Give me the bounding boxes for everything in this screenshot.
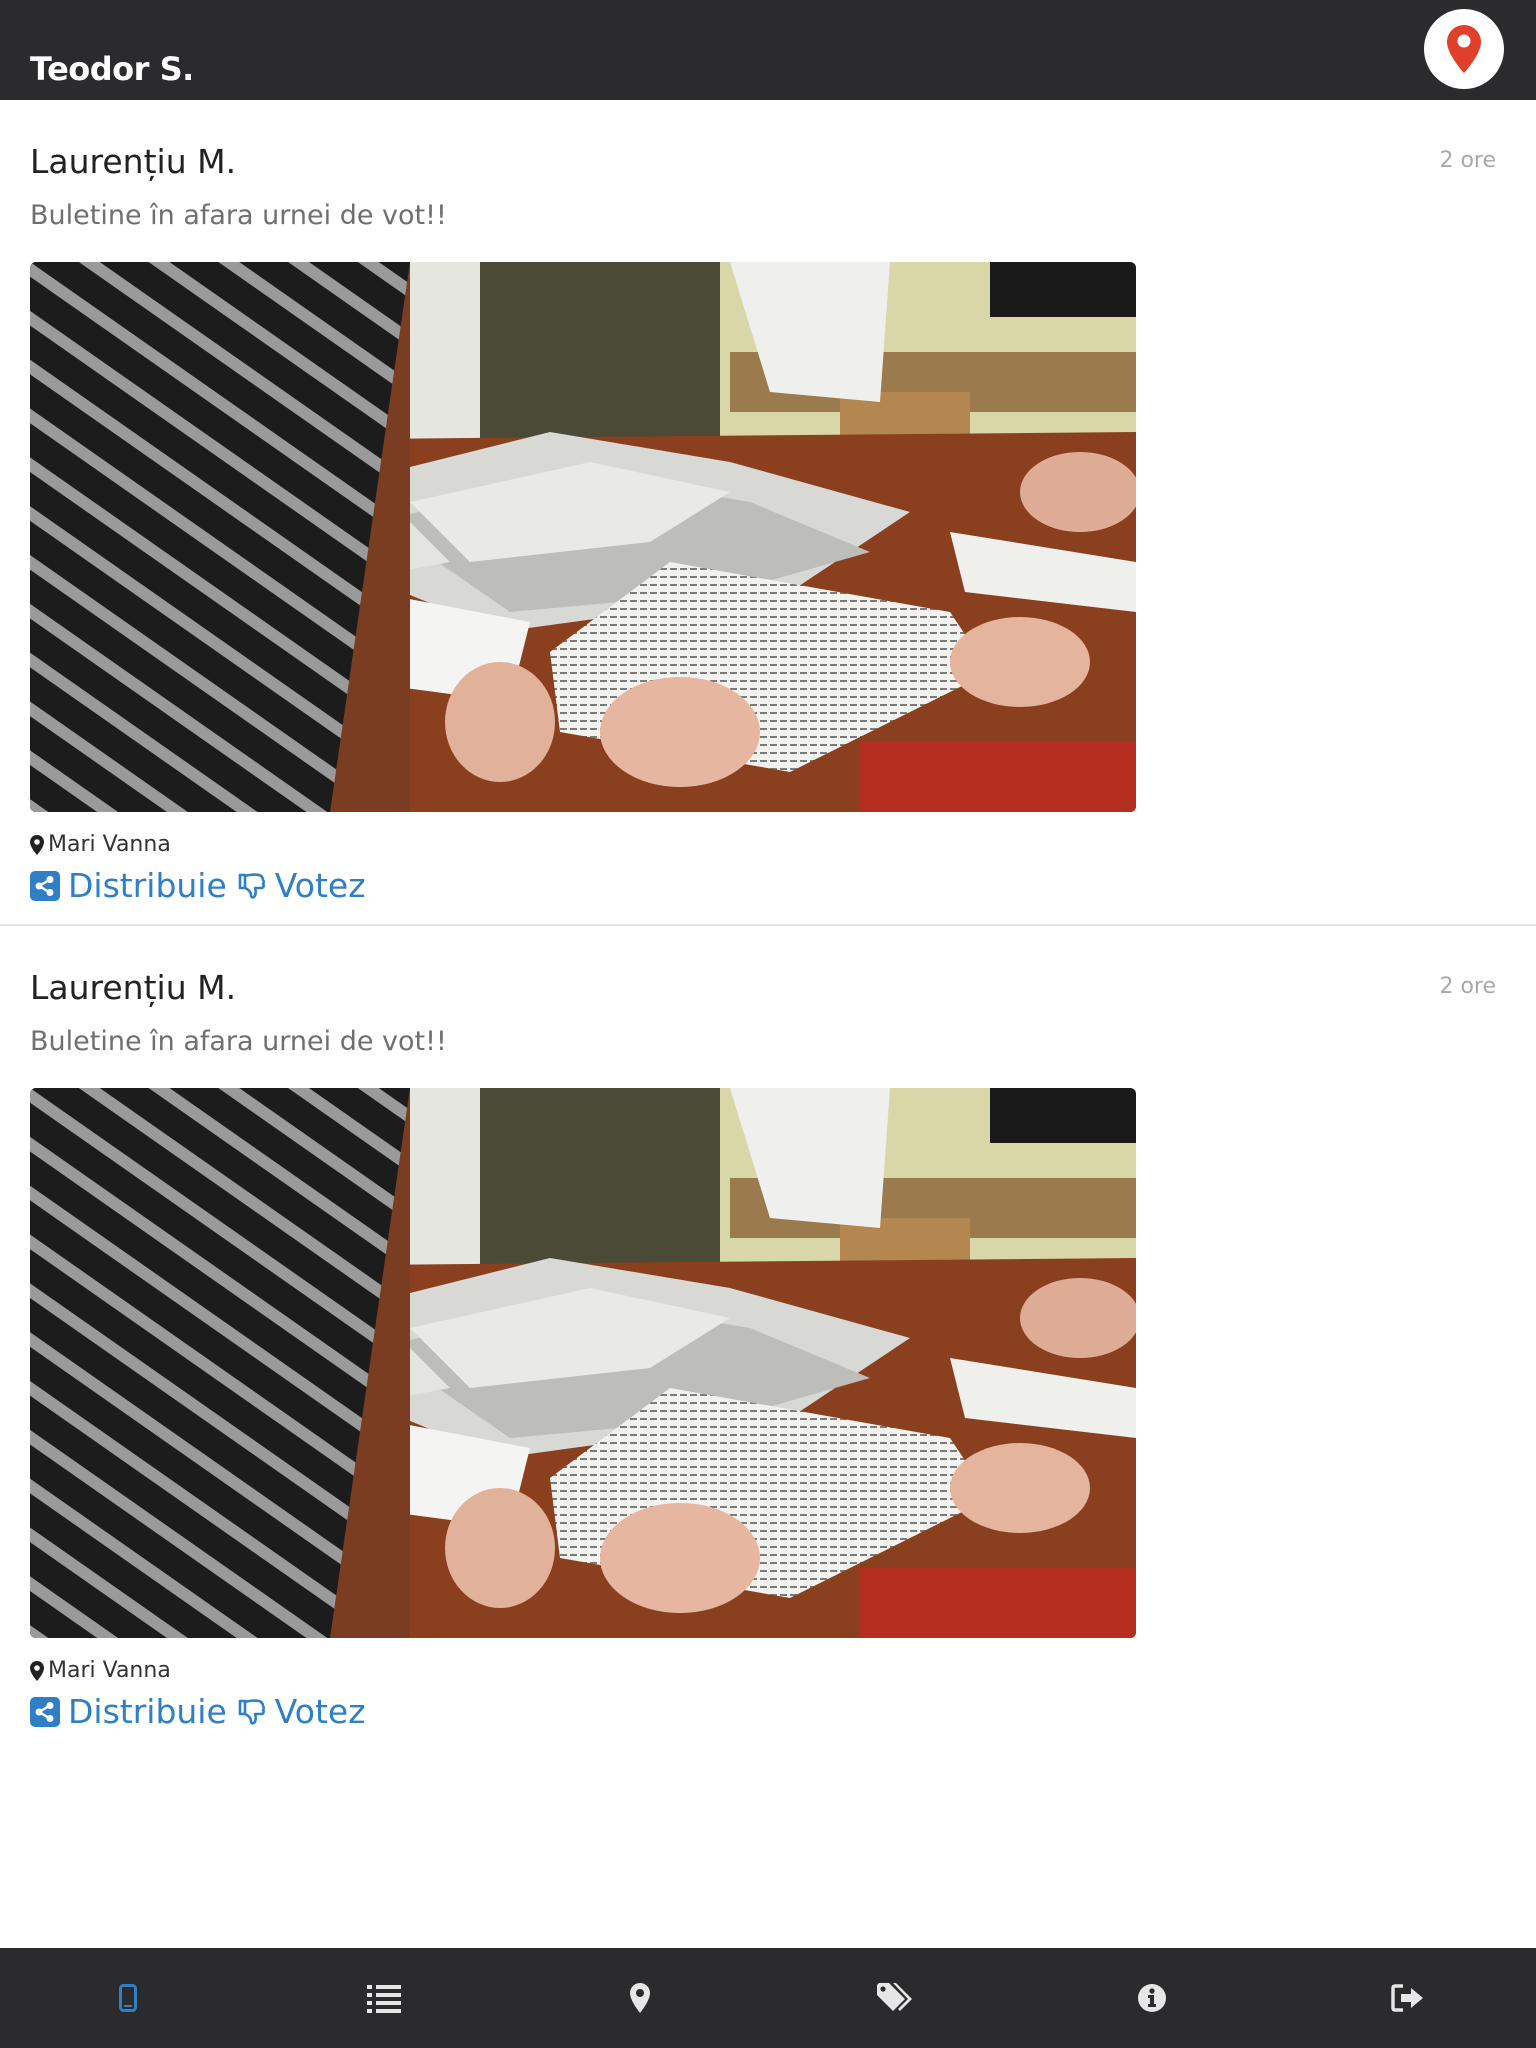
map-marker-icon xyxy=(1447,25,1481,73)
post-feed: Laurențiu M. 2 ore Buletine în afara urn… xyxy=(0,100,1536,1750)
mobile-icon xyxy=(119,1984,137,2012)
map-marker-icon xyxy=(30,1660,44,1681)
nav-tags[interactable] xyxy=(768,1948,1024,2048)
nav-map[interactable] xyxy=(512,1948,768,2048)
share-button[interactable]: Distribuie xyxy=(30,866,227,905)
top-bar: Teodor S. xyxy=(0,0,1536,100)
thumbs-down-icon xyxy=(238,872,265,899)
post-time: 2 ore xyxy=(1439,974,1496,999)
location-name: Mari Vanna xyxy=(48,1658,171,1683)
info-icon xyxy=(1138,1984,1166,2012)
post-card: Laurențiu M. 2 ore Buletine în afara urn… xyxy=(0,924,1536,1750)
sign-out-icon xyxy=(1391,1984,1423,2012)
tags-icon xyxy=(877,1983,912,2011)
share-label: Distribuie xyxy=(68,866,227,905)
post-photo[interactable] xyxy=(30,262,1136,812)
ballot-counting-photo xyxy=(30,262,1136,812)
map-button[interactable] xyxy=(1424,9,1504,89)
post-location: Mari Vanna xyxy=(30,832,171,857)
ballot-counting-photo xyxy=(30,1088,1136,1638)
share-square-icon xyxy=(30,1696,60,1727)
post-actions: Distribuie Votez xyxy=(30,866,366,905)
post-text: Buletine în afara urnei de vot!! xyxy=(30,1026,447,1057)
list-icon xyxy=(367,1985,401,2013)
user-name: Teodor S. xyxy=(30,50,194,88)
vote-button[interactable]: Votez xyxy=(237,866,366,905)
nav-feed[interactable] xyxy=(0,1948,256,2048)
post-location: Mari Vanna xyxy=(30,1658,171,1683)
share-square-icon xyxy=(30,870,60,901)
nav-info[interactable] xyxy=(1024,1948,1280,2048)
post-author: Laurențiu M. xyxy=(30,142,237,181)
post-photo[interactable] xyxy=(30,1088,1136,1638)
post-author: Laurențiu M. xyxy=(30,968,237,1007)
nav-list[interactable] xyxy=(256,1948,512,2048)
post-actions: Distribuie Votez xyxy=(30,1692,366,1731)
vote-label: Votez xyxy=(274,1692,366,1731)
map-marker-icon xyxy=(30,834,44,855)
map-marker-icon xyxy=(630,1983,650,2013)
thumbs-down-icon xyxy=(238,1698,265,1725)
post-card: Laurențiu M. 2 ore Buletine în afara urn… xyxy=(0,100,1536,924)
bottom-nav xyxy=(0,1948,1536,2048)
share-button[interactable]: Distribuie xyxy=(30,1692,227,1731)
post-text: Buletine în afara urnei de vot!! xyxy=(30,200,447,231)
nav-logout[interactable] xyxy=(1280,1948,1536,2048)
vote-button[interactable]: Votez xyxy=(237,1692,366,1731)
location-name: Mari Vanna xyxy=(48,832,171,857)
share-label: Distribuie xyxy=(68,1692,227,1731)
post-time: 2 ore xyxy=(1439,148,1496,173)
vote-label: Votez xyxy=(274,866,366,905)
